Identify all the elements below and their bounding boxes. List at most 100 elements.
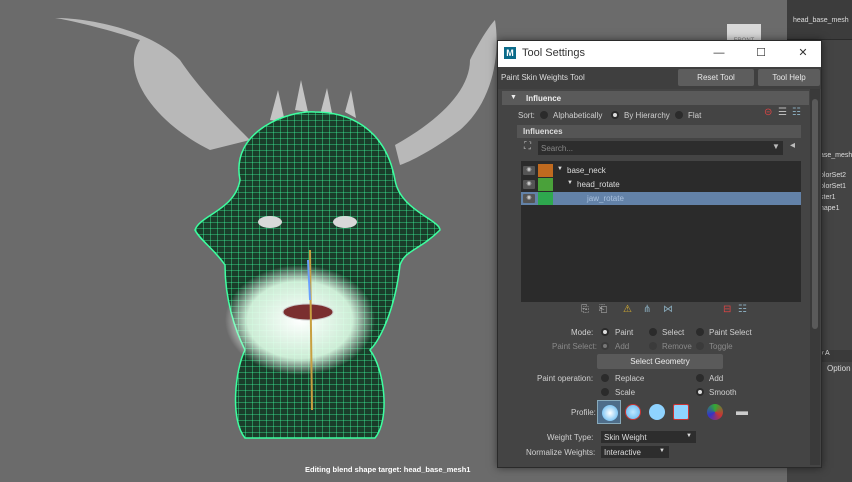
influence-name: base_neck bbox=[567, 166, 606, 175]
title-bar[interactable]: M Tool Settings — ☐ ✕ bbox=[498, 41, 821, 67]
copy-weights-icon[interactable]: ⎘ bbox=[581, 304, 589, 315]
operation-replace-radio[interactable] bbox=[601, 374, 609, 382]
tree-view-icon[interactable]: ☷ bbox=[792, 107, 801, 118]
mode-paint-label: Paint bbox=[615, 328, 634, 337]
operation-scale-radio[interactable] bbox=[601, 388, 609, 396]
search-options-icon[interactable]: ◂ bbox=[790, 140, 795, 151]
influence-name: jaw_rotate bbox=[587, 194, 624, 203]
sort-alphabetically-radio[interactable] bbox=[540, 111, 548, 119]
maya-logo-icon: M bbox=[504, 47, 516, 59]
operation-smooth-radio[interactable] bbox=[696, 388, 704, 396]
node-list: ase_mesh olorSet2 olorSet1 ster1 hape1 bbox=[820, 150, 852, 214]
sort-by-hierarchy-radio[interactable] bbox=[611, 111, 619, 119]
normalize-weights-value: Interactive bbox=[604, 448, 641, 457]
remove-influence-icon[interactable]: ⊟ bbox=[723, 304, 731, 315]
paint-select-toggle-radio[interactable] bbox=[696, 342, 704, 350]
profile-gaussian-brush-icon[interactable] bbox=[597, 400, 621, 424]
weight-type-dropdown[interactable]: Skin Weight ▼ bbox=[601, 431, 696, 443]
tool-settings-window: M Tool Settings — ☐ ✕ Paint Skin Weights… bbox=[497, 40, 822, 468]
collapse-arrow-icon: ▼ bbox=[510, 94, 517, 101]
mode-paint-select-label: Paint Select bbox=[709, 328, 752, 337]
sort-by-hierarchy-label: By Hierarchy bbox=[624, 111, 670, 120]
operation-add-label: Add bbox=[709, 374, 724, 383]
sort-alphabetically-label: Alphabetically bbox=[553, 111, 603, 120]
visibility-toggle-icon[interactable]: ◉ bbox=[523, 180, 535, 189]
normalize-weights-dropdown[interactable]: Interactive ▼ bbox=[601, 446, 669, 458]
node-item[interactable]: hape1 bbox=[820, 203, 852, 214]
profile-solid-brush-icon[interactable] bbox=[645, 400, 669, 424]
profile-label: Profile: bbox=[571, 408, 596, 417]
mode-label: Mode: bbox=[571, 328, 594, 337]
folder-icon[interactable]: ▬ bbox=[736, 404, 748, 418]
tree-row-selected[interactable]: ◉ jaw_rotate bbox=[521, 192, 801, 205]
close-button[interactable]: ✕ bbox=[788, 44, 818, 62]
node-item[interactable]: olorSet1 bbox=[820, 181, 852, 192]
paint-select-add-radio[interactable] bbox=[601, 342, 609, 350]
profile-square-brush-icon[interactable] bbox=[669, 400, 693, 424]
chevron-down-icon: ▼ bbox=[686, 433, 692, 439]
operation-smooth-label: Smooth bbox=[709, 388, 737, 397]
mode-paint-radio[interactable] bbox=[601, 328, 609, 336]
node-name: head_base_mesh bbox=[787, 0, 852, 40]
visibility-toggle-icon[interactable]: ◉ bbox=[523, 166, 535, 175]
paste-weights-icon[interactable]: ⎗ bbox=[599, 304, 607, 315]
operation-add-radio[interactable] bbox=[696, 374, 704, 382]
mode-paint-select-radio[interactable] bbox=[696, 328, 704, 336]
select-geometry-button[interactable]: Select Geometry bbox=[597, 354, 723, 369]
paint-select-label: Paint Select: bbox=[552, 342, 597, 351]
expand-arrow-icon[interactable]: ▼ bbox=[557, 166, 563, 172]
operation-replace-label: Replace bbox=[615, 374, 645, 383]
search-input[interactable]: Search... bbox=[538, 141, 783, 155]
profile-soft-brush-icon[interactable] bbox=[621, 400, 645, 424]
influence-section-header[interactable]: ▼ Influence bbox=[502, 91, 809, 105]
prune-weights-icon[interactable]: ⚠ bbox=[623, 304, 632, 315]
influence-color-swatch[interactable] bbox=[538, 178, 553, 191]
weight-type-label: Weight Type: bbox=[547, 433, 594, 442]
visibility-toggle-icon[interactable]: ◉ bbox=[523, 194, 535, 203]
hierarchy-icon[interactable]: ⋔ bbox=[643, 304, 651, 315]
influence-lock-icon[interactable]: ⊝ bbox=[764, 107, 772, 118]
paint-select-add-label: Add bbox=[615, 342, 630, 351]
sort-label: Sort: bbox=[518, 111, 535, 120]
chevron-down-icon[interactable]: ▼ bbox=[772, 142, 780, 151]
node-item[interactable]: ster1 bbox=[820, 192, 852, 203]
profile-custom-brush-icon[interactable] bbox=[703, 400, 727, 424]
vertical-scrollbar[interactable] bbox=[810, 89, 820, 465]
status-message: Editing blend shape target: head_base_me… bbox=[305, 465, 471, 474]
select-frame-icon[interactable]: ⛶ bbox=[524, 141, 531, 152]
paint-operation-label: Paint operation: bbox=[537, 374, 594, 383]
option-label[interactable]: Option bbox=[827, 364, 851, 373]
node-item[interactable]: olorSet2 bbox=[820, 170, 852, 181]
chevron-down-icon: ▼ bbox=[659, 448, 665, 454]
operation-scale-label: Scale bbox=[615, 388, 636, 397]
window-title: Tool Settings bbox=[522, 47, 585, 59]
reset-tool-button[interactable]: Reset Tool bbox=[678, 69, 754, 86]
tree-row[interactable]: ◉ ▼ base_neck bbox=[521, 164, 801, 177]
node-item[interactable]: ase_mesh bbox=[820, 150, 852, 161]
tool-name: Paint Skin Weights Tool bbox=[501, 73, 585, 82]
mirror-weights-icon[interactable]: ⋈ bbox=[663, 304, 673, 315]
paint-select-remove-radio[interactable] bbox=[649, 342, 657, 350]
expand-arrow-icon[interactable]: ▼ bbox=[567, 180, 573, 186]
mode-select-radio[interactable] bbox=[649, 328, 657, 336]
maximize-button[interactable]: ☐ bbox=[746, 44, 776, 62]
influence-name: head_rotate bbox=[577, 180, 620, 189]
sort-flat-radio[interactable] bbox=[675, 111, 683, 119]
tool-header: Paint Skin Weights Tool Reset Tool Tool … bbox=[498, 67, 821, 89]
scrollbar-thumb[interactable] bbox=[812, 99, 818, 329]
normalize-weights-label: Normalize Weights: bbox=[526, 448, 596, 457]
section-title: Influence bbox=[526, 94, 562, 103]
panel-tabs[interactable]: y A bbox=[820, 350, 852, 362]
add-influence-icon[interactable]: ☷ bbox=[738, 304, 747, 315]
influence-color-swatch[interactable] bbox=[538, 192, 553, 205]
minimize-button[interactable]: — bbox=[704, 44, 734, 62]
paint-select-toggle-label: Toggle bbox=[709, 342, 733, 351]
influence-color-swatch[interactable] bbox=[538, 164, 553, 177]
tool-help-button[interactable]: Tool Help bbox=[758, 69, 820, 86]
tree-row[interactable]: ◉ ▼ head_rotate bbox=[521, 178, 801, 191]
influences-header: Influences bbox=[517, 125, 801, 138]
list-view-icon[interactable]: ☰ bbox=[778, 107, 787, 118]
left-horn bbox=[55, 18, 250, 150]
right-horn bbox=[395, 20, 497, 165]
influence-tree[interactable]: ◉ ▼ base_neck ◉ ▼ head_rotate ◉ jaw_rota… bbox=[521, 161, 801, 302]
